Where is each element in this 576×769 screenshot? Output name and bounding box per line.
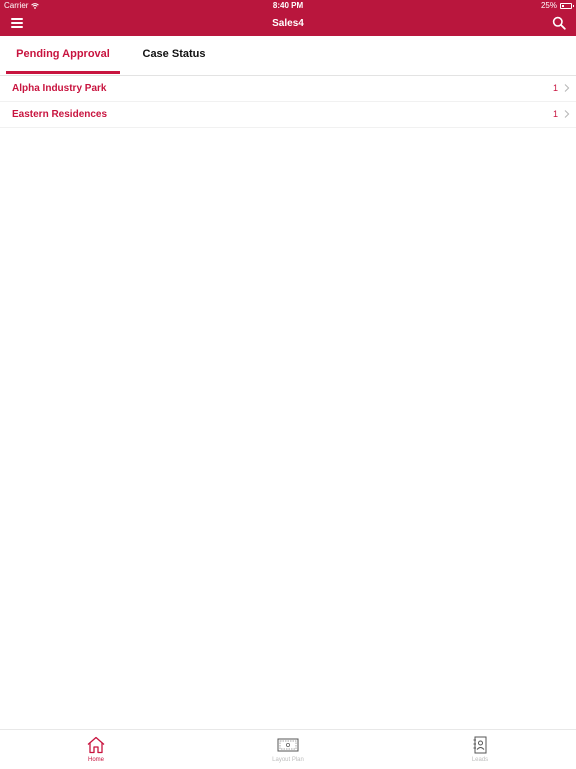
project-count: 1 (552, 83, 558, 93)
tab-pending-approval[interactable]: Pending Approval (6, 36, 120, 75)
list-item[interactable]: Alpha Industry Park 1 (0, 76, 576, 102)
navigation-bar: Sales4 (0, 12, 576, 36)
home-icon (87, 736, 105, 754)
tab-bar-home[interactable]: Home (0, 730, 192, 769)
segment-tabs: Pending Approval Case Status (0, 36, 576, 76)
project-name: Alpha Industry Park (12, 83, 107, 94)
layout-plan-icon (277, 738, 299, 752)
page-title: Sales4 (272, 18, 304, 29)
tab-case-status[interactable]: Case Status (120, 36, 228, 75)
project-count: 1 (552, 109, 558, 119)
chevron-right-icon (564, 110, 570, 118)
status-time: 8:40 PM (272, 1, 304, 10)
chevron-right-icon (564, 84, 570, 92)
contacts-book-icon (473, 736, 487, 754)
tab-bar-layout-plan[interactable]: Layout Plan (192, 730, 384, 769)
tab-case-status-label: Case Status (142, 48, 206, 60)
project-list: Alpha Industry Park 1 Eastern Residences… (0, 76, 576, 128)
search-icon[interactable] (552, 16, 566, 30)
tab-bar-layout-plan-label: Layout Plan (272, 757, 304, 763)
battery-percent: 25% (540, 1, 557, 10)
top-bar: Carrier 8:40 PM 25% Sales4 (0, 0, 576, 36)
tab-bar-home-label: Home (87, 757, 104, 763)
list-item[interactable]: Eastern Residences 1 (0, 102, 576, 128)
status-bar: Carrier 8:40 PM 25% (0, 0, 576, 12)
tab-bar-leads[interactable]: Leads (384, 730, 576, 769)
bottom-tab-bar: Home Layout Plan Leads (0, 729, 576, 769)
tab-pending-approval-label: Pending Approval (16, 48, 110, 60)
active-tab-indicator (6, 71, 120, 74)
project-name: Eastern Residences (12, 109, 108, 120)
battery-icon (560, 3, 574, 9)
tab-bar-leads-label: Leads (471, 757, 489, 763)
battery-indicator: 25% (540, 0, 574, 12)
